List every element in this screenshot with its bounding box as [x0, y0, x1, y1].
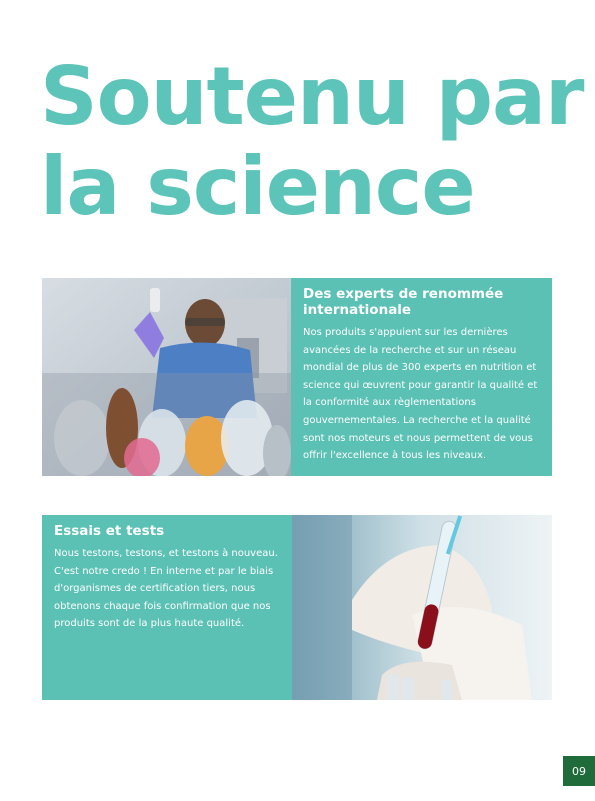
page-number-badge: 09	[563, 756, 595, 786]
page-headline: Soutenu par la science	[40, 52, 584, 232]
experts-title: Des experts de renommée internationale	[303, 286, 504, 318]
tests-panel: Essais et tests Nous testons, testons, e…	[42, 515, 292, 700]
test-tube-photo	[292, 515, 552, 700]
experts-panel: Des experts de renommée internationale N…	[291, 278, 552, 476]
experts-body: Nos produits s'appuient sur les dernière…	[303, 327, 538, 462]
tests-title: Essais et tests	[54, 523, 165, 539]
headline-line-2: la science	[40, 140, 476, 233]
lab-scientist-photo	[42, 278, 291, 476]
tests-body: Nous testons, testons, et testons à nouv…	[54, 548, 278, 630]
headline-line-1: Soutenu par	[40, 50, 584, 143]
